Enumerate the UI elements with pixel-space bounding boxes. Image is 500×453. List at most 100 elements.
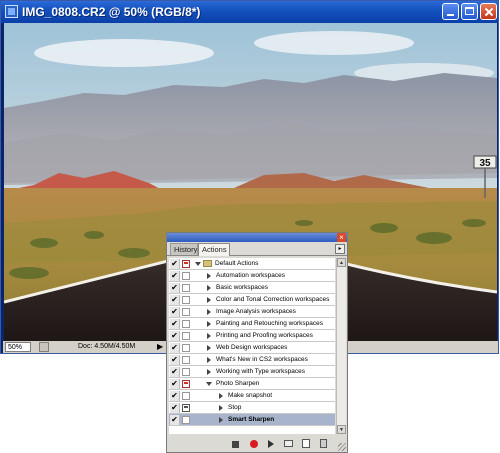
- list-item[interactable]: ✔ Photo Sharpen: [169, 378, 335, 390]
- dialog-toggle-icon[interactable]: [182, 284, 190, 292]
- row-label: Smart Sharpen: [228, 416, 275, 423]
- row-label: Basic workspaces: [216, 284, 269, 291]
- collapse-triangle-icon[interactable]: [219, 393, 223, 399]
- collapse-triangle-icon[interactable]: [207, 345, 211, 351]
- row-label: Working with Type workspaces: [216, 368, 305, 375]
- record-icon[interactable]: [250, 440, 258, 448]
- collapse-triangle-icon[interactable]: [207, 285, 211, 291]
- dialog-toggle-icon[interactable]: [182, 260, 190, 268]
- dialog-toggle-icon[interactable]: [182, 332, 190, 340]
- checkmark-icon[interactable]: ✔: [170, 307, 180, 317]
- collapse-triangle-icon[interactable]: [207, 357, 211, 363]
- row-label: What's New in CS2 workspaces: [216, 356, 308, 363]
- tab-history[interactable]: History: [170, 243, 198, 255]
- actions-scrollbar[interactable]: ▲ ▼: [336, 258, 346, 434]
- row-label: Printing and Proofing workspaces: [216, 332, 313, 339]
- row-label: Color and Tonal Correction workspaces: [216, 296, 330, 303]
- collapse-triangle-icon[interactable]: [219, 417, 223, 423]
- new-action-icon[interactable]: [302, 439, 310, 448]
- row-label: Painting and Retouching workspaces: [216, 320, 323, 327]
- list-item[interactable]: ✔ What's New in CS2 workspaces: [169, 354, 335, 366]
- checkmark-icon[interactable]: ✔: [170, 379, 180, 389]
- checkmark-icon[interactable]: ✔: [170, 391, 180, 401]
- close-icon[interactable]: [480, 3, 497, 20]
- trash-icon[interactable]: [320, 439, 327, 448]
- checkmark-icon[interactable]: ✔: [170, 415, 180, 425]
- row-label: Make snapshot: [228, 392, 273, 399]
- list-item[interactable]: ✔ Stop: [169, 402, 335, 414]
- dialog-toggle-icon[interactable]: [182, 320, 190, 328]
- collapse-triangle-icon[interactable]: [207, 369, 211, 375]
- row-label: Stop: [228, 404, 242, 411]
- list-item[interactable]: ✔ Make snapshot: [169, 390, 335, 402]
- collapse-triangle-icon[interactable]: [207, 273, 211, 279]
- list-item[interactable]: ✔ Automation workspaces: [169, 270, 335, 282]
- checkmark-icon[interactable]: ✔: [170, 271, 180, 281]
- checkmark-icon[interactable]: ✔: [170, 283, 180, 293]
- scroll-down-icon[interactable]: ▼: [337, 425, 346, 434]
- checkmark-icon[interactable]: ✔: [170, 331, 180, 341]
- doc-size-readout: Doc: 4.50M/4.50M: [78, 343, 136, 350]
- list-item[interactable]: ✔ Image Analysis workspaces: [169, 306, 335, 318]
- collapse-triangle-icon[interactable]: [219, 405, 223, 411]
- row-label: Image Analysis workspaces: [216, 308, 296, 315]
- document-icon: [5, 5, 18, 18]
- dialog-toggle-icon[interactable]: [182, 344, 190, 352]
- dialog-toggle-icon[interactable]: [182, 356, 190, 364]
- list-item[interactable]: ✔ Painting and Retouching workspaces: [169, 318, 335, 330]
- collapse-triangle-icon[interactable]: [207, 309, 211, 315]
- resize-grip-icon[interactable]: [338, 443, 346, 451]
- checkmark-icon[interactable]: ✔: [170, 319, 180, 329]
- road-sign-text: 35: [479, 158, 491, 169]
- list-item[interactable]: ✔ Web Design workspaces: [169, 342, 335, 354]
- document-title: IMG_0808.CR2 @ 50% (RGB/8*): [22, 5, 201, 19]
- dialog-toggle-icon[interactable]: [182, 272, 190, 280]
- collapse-triangle-icon[interactable]: [207, 297, 211, 303]
- dialog-toggle-icon[interactable]: [182, 368, 190, 376]
- list-item[interactable]: ✔ Default Actions: [169, 258, 335, 270]
- list-item-selected[interactable]: ✔ Smart Sharpen: [169, 414, 335, 426]
- actions-palette: × History Actions ▸ ✔ Default Actions ✔ …: [166, 232, 348, 453]
- maximize-icon[interactable]: [461, 3, 478, 20]
- expand-triangle-icon[interactable]: [195, 262, 201, 266]
- dialog-toggle-icon[interactable]: [182, 392, 190, 400]
- status-options-icon[interactable]: [39, 342, 49, 352]
- dialog-toggle-icon[interactable]: [182, 404, 190, 412]
- list-item[interactable]: ✔ Basic workspaces: [169, 282, 335, 294]
- play-icon[interactable]: [268, 440, 274, 448]
- row-label: Web Design workspaces: [216, 344, 288, 351]
- row-label: Default Actions: [215, 260, 259, 267]
- status-menu-arrow-icon[interactable]: ▶: [157, 342, 163, 352]
- new-set-icon[interactable]: [284, 440, 293, 447]
- minimize-icon[interactable]: [442, 3, 459, 20]
- folder-icon: [203, 260, 212, 267]
- stop-icon[interactable]: [232, 441, 239, 448]
- palette-titlebar[interactable]: ×: [167, 233, 347, 242]
- checkmark-icon[interactable]: ✔: [170, 343, 180, 353]
- dialog-toggle-icon[interactable]: [182, 308, 190, 316]
- document-titlebar[interactable]: IMG_0808.CR2 @ 50% (RGB/8*): [1, 1, 498, 23]
- checkmark-icon[interactable]: ✔: [170, 367, 180, 377]
- palette-button-bar: [167, 436, 347, 452]
- dialog-toggle-icon[interactable]: [182, 380, 190, 388]
- collapse-triangle-icon[interactable]: [207, 333, 211, 339]
- row-label: Automation workspaces: [216, 272, 286, 279]
- checkmark-icon[interactable]: ✔: [170, 403, 180, 413]
- list-item[interactable]: ✔ Printing and Proofing workspaces: [169, 330, 335, 342]
- scroll-up-icon[interactable]: ▲: [337, 258, 346, 267]
- collapse-triangle-icon[interactable]: [207, 321, 211, 327]
- palette-close-icon[interactable]: ×: [337, 233, 346, 242]
- checkmark-icon[interactable]: ✔: [170, 355, 180, 365]
- dialog-toggle-icon[interactable]: [182, 296, 190, 304]
- list-item[interactable]: ✔ Color and Tonal Correction workspaces: [169, 294, 335, 306]
- tab-actions[interactable]: Actions: [198, 243, 230, 256]
- expand-triangle-icon[interactable]: [206, 382, 212, 386]
- row-label: Photo Sharpen: [216, 380, 260, 387]
- checkmark-icon[interactable]: ✔: [170, 259, 180, 269]
- actions-list: ✔ Default Actions ✔ Automation workspace…: [169, 258, 335, 434]
- checkmark-icon[interactable]: ✔: [170, 295, 180, 305]
- dialog-toggle-icon[interactable]: [182, 416, 190, 424]
- palette-menu-icon[interactable]: ▸: [335, 244, 345, 254]
- list-item[interactable]: ✔ Working with Type workspaces: [169, 366, 335, 378]
- zoom-field[interactable]: 50%: [5, 342, 31, 352]
